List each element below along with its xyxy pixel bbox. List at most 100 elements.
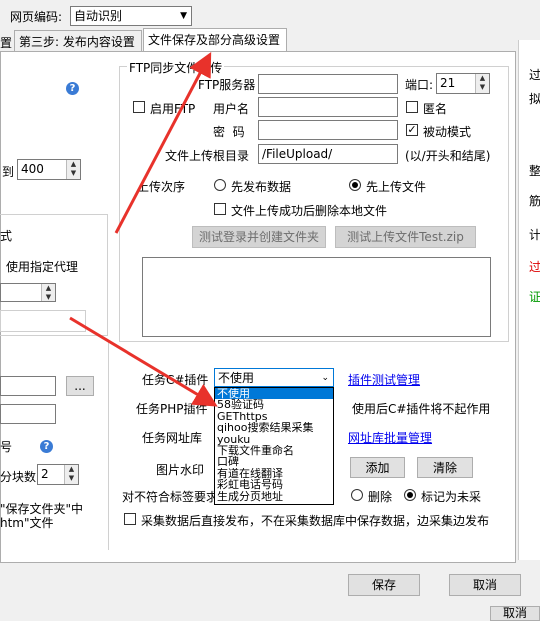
spin-arrows-icon[interactable]: ▲ ▼ xyxy=(41,284,55,301)
delete-local-label: 文件上传成功后删除本地文件 xyxy=(231,204,388,218)
chevron-down-icon: ▼ xyxy=(180,11,187,21)
passive-mode-checkbox[interactable]: ✓ xyxy=(406,124,418,136)
to-value-input[interactable]: 400 ▲ ▼ xyxy=(17,159,81,180)
enable-ftp-checkbox[interactable] xyxy=(133,101,145,113)
publish-first-radio[interactable] xyxy=(214,179,226,191)
dropdown-option[interactable]: 彩虹电话号码 xyxy=(215,479,333,490)
frag-label: 式 xyxy=(0,229,13,243)
right-edge-item: 拟 xyxy=(529,92,540,106)
url-library-link[interactable]: 网址库批量管理 xyxy=(348,429,432,446)
plugin-dropdown-list[interactable]: 不使用 58验证码 GEThttps qihoo搜索结果采集 youku 下载文… xyxy=(214,387,334,505)
user-input[interactable] xyxy=(258,97,398,117)
plugin-select[interactable]: 不使用 ⌄ xyxy=(214,368,334,387)
right-edge-item: 筋 xyxy=(529,194,540,208)
browse-button[interactable]: ... xyxy=(66,376,94,396)
blocks-input[interactable]: 2 ▲ ▼ xyxy=(37,464,79,485)
encoding-select-value: 自动识别 xyxy=(74,9,123,23)
nonmatch-label: 对不符合标签要求 xyxy=(122,490,214,504)
dropdown-option[interactable]: youku xyxy=(215,434,333,445)
delete-local-checkbox[interactable] xyxy=(214,203,226,215)
dropdown-option[interactable]: 口碑 xyxy=(215,456,333,467)
spin-arrows-icon[interactable]: ▲ ▼ xyxy=(475,74,489,93)
root-dir-hint: (以/开头和结尾) xyxy=(405,149,491,163)
port-label: 端口: xyxy=(405,78,434,92)
upload-first-label: 先上传文件 xyxy=(366,180,427,194)
test-login-button[interactable]: 测试登录并创建文件夹 xyxy=(192,226,326,248)
to-label: 到 xyxy=(2,165,15,179)
plugin-select-value: 不使用 xyxy=(218,371,255,385)
plugin-test-link[interactable]: 插件测试管理 xyxy=(348,371,420,388)
nonmatch-delete-radio[interactable] xyxy=(351,489,363,501)
blocks-value: 2 xyxy=(41,467,49,481)
cancel-button[interactable]: 取消 xyxy=(449,574,521,596)
proxy-select[interactable]: ▲ ▼ xyxy=(0,283,56,302)
ftp-legend: FTP同步文件上传 xyxy=(127,59,225,76)
encoding-select[interactable]: 自动识别 ▼ xyxy=(70,6,192,26)
dropdown-option[interactable]: 58验证码 xyxy=(215,399,333,410)
nonmatch-mark-label: 标记为未采 xyxy=(421,490,482,504)
left-divider xyxy=(108,340,109,550)
dropdown-option[interactable]: 下载文件重命名 xyxy=(215,445,333,456)
tab-label: 文件保存及部分高级设置 xyxy=(148,33,281,47)
right-edge-item: 证 xyxy=(529,290,540,304)
dropdown-option[interactable]: 不使用 xyxy=(215,388,333,400)
port-value: 21 xyxy=(440,76,456,90)
tab-partial[interactable]: 置 xyxy=(0,34,12,51)
test-upload-button[interactable]: 测试上传文件Test.zip xyxy=(335,226,476,248)
anonymous-label: 匿名 xyxy=(423,102,448,116)
nonmatch-delete-label: 删除 xyxy=(368,490,393,504)
upload-order-label: 上传次序 xyxy=(137,180,186,194)
php-plugin-label: 任务PHP插件 xyxy=(136,402,208,416)
password-input[interactable] xyxy=(258,120,398,140)
add-watermark-button[interactable]: 添加 xyxy=(350,457,405,478)
save-button[interactable]: 保存 xyxy=(348,574,420,596)
direct-publish-checkbox[interactable] xyxy=(124,513,136,525)
clear-watermark-button[interactable]: 清除 xyxy=(417,457,473,478)
port-input[interactable]: 21 ▲ ▼ xyxy=(436,73,490,94)
right-edge-item: 过 xyxy=(529,260,540,274)
proxy-input[interactable] xyxy=(0,310,86,332)
right-edge-item: 过 xyxy=(529,68,540,82)
encoding-label: 网页编码: xyxy=(10,10,63,24)
enable-ftp-label: 启用FTP xyxy=(150,102,196,116)
help-icon[interactable]: ? xyxy=(66,82,79,95)
php-plugin-note: 使用后C#插件将不起作用 xyxy=(352,402,491,416)
cancel-button-secondary[interactable]: 取消 xyxy=(490,606,540,621)
right-edge-item: 整 xyxy=(529,164,540,178)
tab-publish-settings[interactable]: 第三步: 发布内容设置 xyxy=(14,30,142,52)
spin-arrows-icon[interactable]: ▲ ▼ xyxy=(66,160,80,179)
root-dir-input[interactable]: /FileUpload/ xyxy=(258,144,398,164)
nonmatch-mark-radio[interactable] xyxy=(404,489,416,501)
dropdown-option[interactable]: qihoo搜索结果采集 xyxy=(215,422,333,433)
to-value: 400 xyxy=(21,162,44,176)
save-htm-text: htm"文件 xyxy=(0,516,54,530)
dropdown-option[interactable]: 生成分页地址 xyxy=(215,491,333,502)
tab-file-save-settings[interactable]: 文件保存及部分高级设置 xyxy=(143,28,287,52)
password-label: 密 码 xyxy=(213,125,245,139)
ftp-server-input[interactable] xyxy=(258,74,398,94)
root-dir-label: 文件上传根目录 xyxy=(165,149,250,163)
ftp-log-area[interactable] xyxy=(142,257,491,337)
chevron-down-icon: ⌄ xyxy=(321,373,329,383)
help-icon[interactable]: ? xyxy=(40,440,53,453)
right-edge-panel: 过 拟 整 筋 计 过 证 xyxy=(518,40,540,560)
url-library-label: 任务网址库 xyxy=(142,431,203,445)
ftp-server-label: FTP服务器 xyxy=(198,78,256,92)
tab-label: 第三步: 发布内容设置 xyxy=(19,35,135,49)
blocks-label: 分块数 xyxy=(0,470,37,484)
user-label: 用户名 xyxy=(213,102,250,116)
direct-publish-label: 采集数据后直接发布，不在采集数据库中保存数据，边采集边发布 xyxy=(141,514,490,528)
dropdown-option[interactable]: GEThttps xyxy=(215,411,333,422)
frag-label-2: 号 xyxy=(0,440,13,454)
root-dir-value: /FileUpload/ xyxy=(262,147,333,161)
spin-arrows-icon[interactable]: ▲ ▼ xyxy=(64,465,78,484)
path-input-2[interactable] xyxy=(0,404,56,424)
upload-first-radio[interactable] xyxy=(349,179,361,191)
path-input-1[interactable] xyxy=(0,376,56,396)
right-edge-item: 计 xyxy=(529,228,540,242)
anonymous-checkbox[interactable] xyxy=(406,101,418,113)
publish-first-label: 先发布数据 xyxy=(231,180,292,194)
passive-mode-label: 被动模式 xyxy=(423,125,472,139)
plugin-label: 任务C#插件 xyxy=(142,373,209,387)
dropdown-option[interactable]: 有道在线翻译 xyxy=(215,468,333,479)
